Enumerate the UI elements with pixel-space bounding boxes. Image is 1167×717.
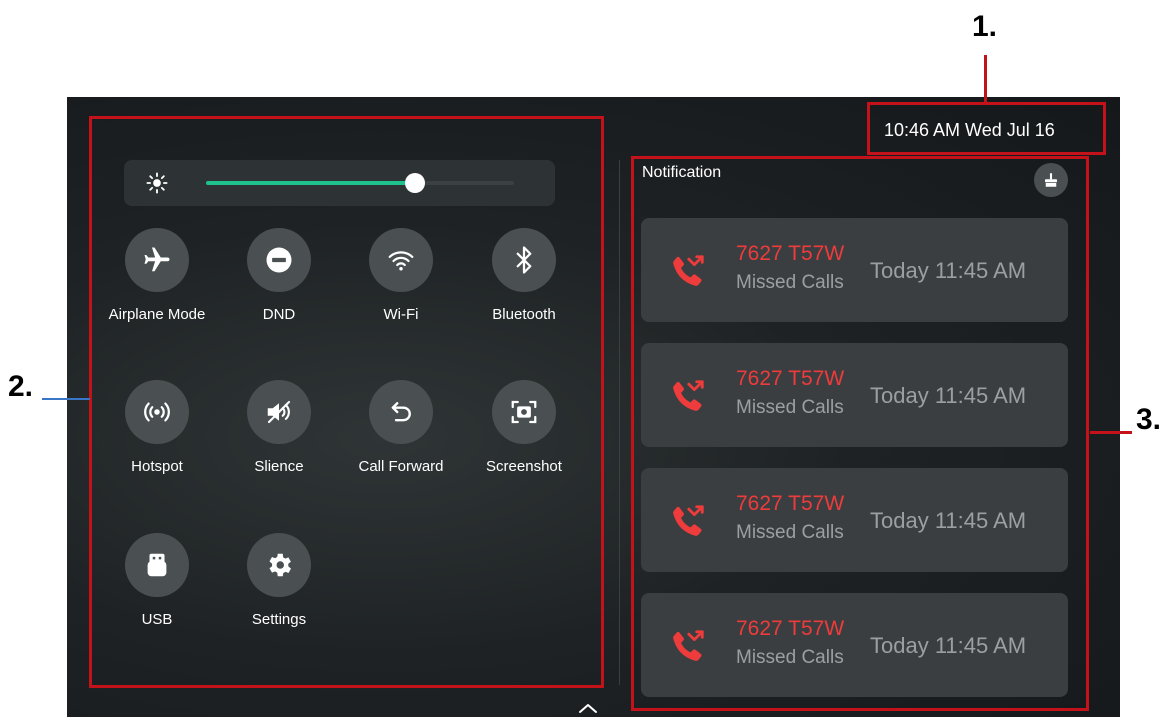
annotation-box-notifications	[631, 156, 1089, 711]
callout-line-1	[984, 55, 987, 103]
annotation-box-status-bar	[867, 102, 1106, 155]
annotation-box-quick-settings	[89, 116, 604, 688]
callout-number-2: 2.	[8, 370, 34, 403]
chevron-up-icon[interactable]	[576, 701, 600, 715]
callout-number-3: 3.	[1136, 403, 1162, 436]
callout-number-1: 1.	[972, 10, 998, 43]
callout-line-3	[1090, 431, 1132, 434]
callout-line-2	[42, 398, 90, 400]
panel-divider	[619, 160, 620, 685]
